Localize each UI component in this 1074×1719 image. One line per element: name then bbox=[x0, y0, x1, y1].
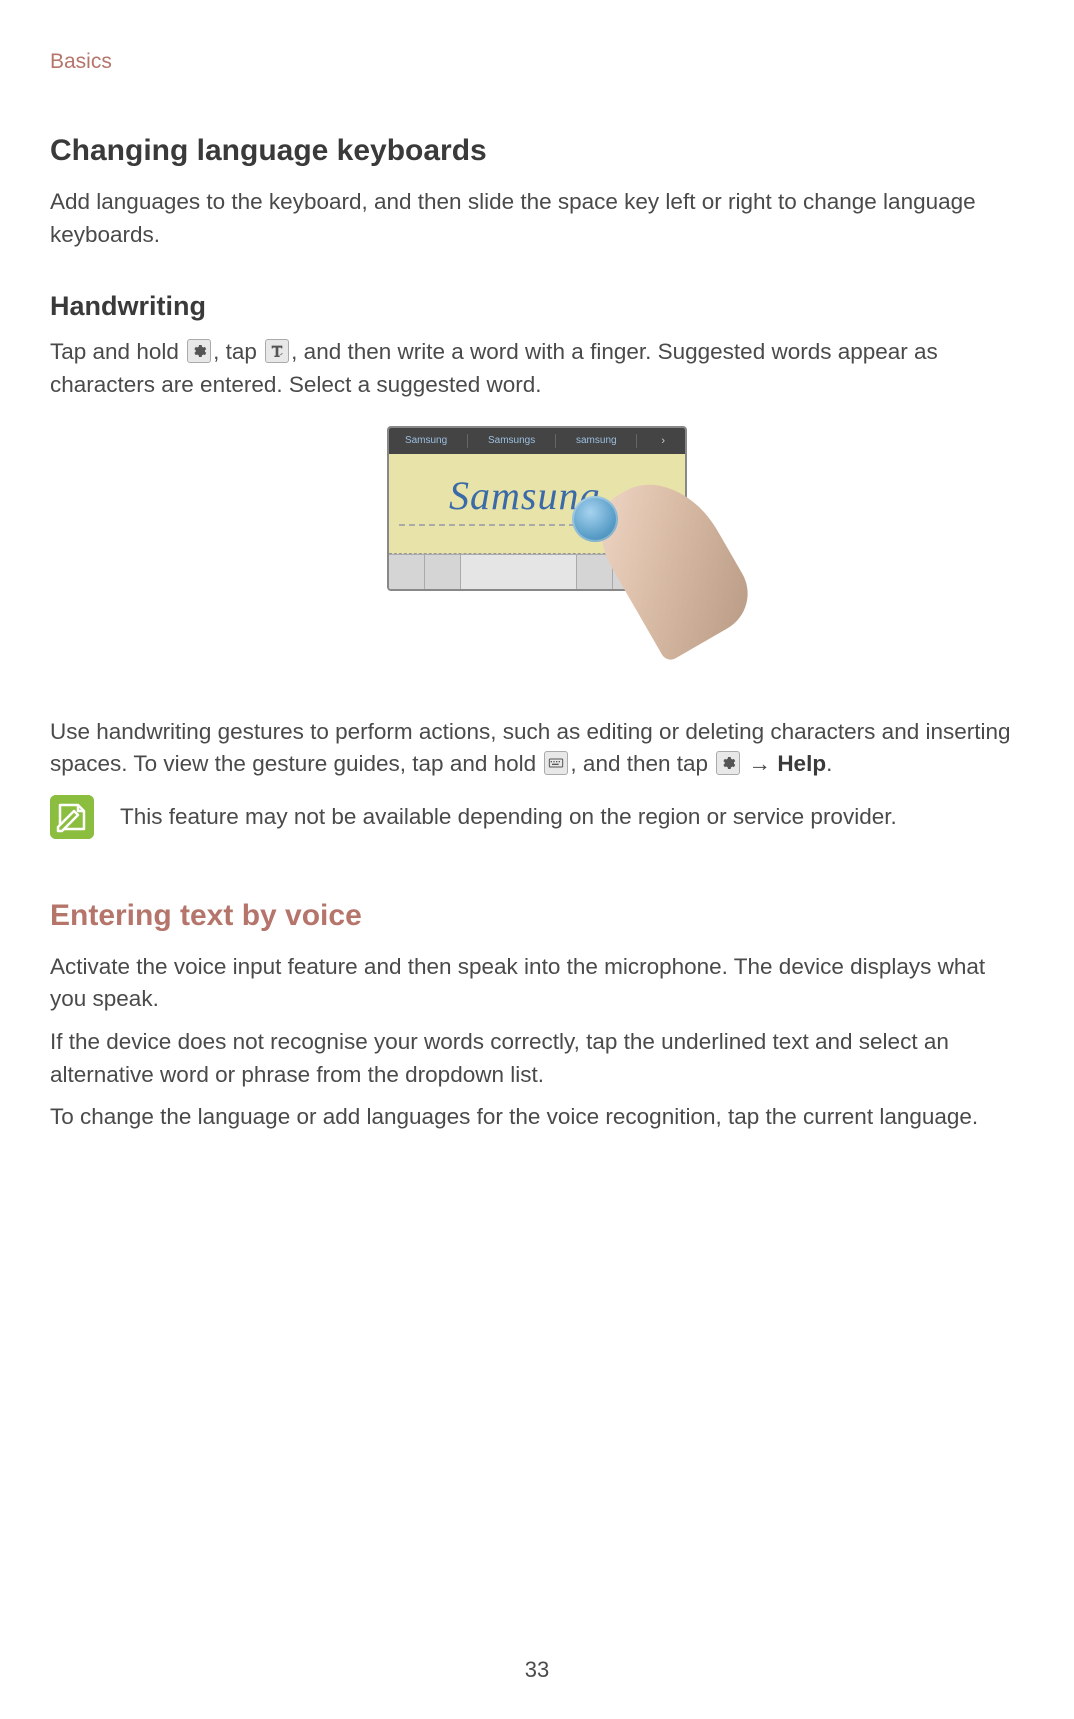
paragraph: Tap and hold , tap , and then write a wo… bbox=[50, 336, 1024, 401]
note-callout: This feature may not be available depend… bbox=[50, 795, 1024, 839]
page-content: Changing language keyboards Add language… bbox=[50, 134, 1024, 1134]
finger-illustration bbox=[562, 486, 702, 686]
suggestion: Samsungs bbox=[488, 435, 535, 446]
keyboard-icon bbox=[544, 751, 568, 775]
page-header: Basics bbox=[50, 50, 1034, 74]
paragraph: Activate the voice input feature and the… bbox=[50, 951, 1024, 1016]
text: , tap bbox=[213, 339, 263, 364]
gear-icon bbox=[187, 339, 211, 363]
heading-handwriting: Handwriting bbox=[50, 291, 1024, 322]
note-icon bbox=[50, 795, 94, 839]
chevron-right-icon: › bbox=[657, 435, 669, 447]
paragraph: If the device does not recognise your wo… bbox=[50, 1026, 1024, 1091]
gear-icon bbox=[716, 751, 740, 775]
text: . bbox=[826, 751, 832, 776]
page-number: 33 bbox=[0, 1657, 1074, 1683]
text: Use handwriting gestures to perform acti… bbox=[50, 719, 1011, 777]
handwriting-t-icon bbox=[265, 339, 289, 363]
text: Tap and hold bbox=[50, 339, 185, 364]
paragraph: To change the language or add languages … bbox=[50, 1101, 1024, 1134]
paragraph: Add languages to the keyboard, and then … bbox=[50, 186, 1024, 251]
help-label: Help bbox=[777, 751, 826, 776]
paragraph: Use handwriting gestures to perform acti… bbox=[50, 716, 1024, 781]
text: , and then tap bbox=[570, 751, 714, 776]
suggestion: Samsung bbox=[405, 435, 447, 446]
suggestion: samsung bbox=[576, 435, 617, 446]
suggestion-bar: Samsung Samsungs samsung › bbox=[389, 428, 685, 454]
note-text: This feature may not be available depend… bbox=[120, 795, 1024, 834]
text: → bbox=[742, 751, 777, 776]
heading-entering-text-voice: Entering text by voice bbox=[50, 899, 1024, 933]
heading-changing-language: Changing language keyboards bbox=[50, 134, 1024, 168]
figure-handwriting: Samsung Samsungs samsung › Samsung bbox=[50, 426, 1024, 686]
